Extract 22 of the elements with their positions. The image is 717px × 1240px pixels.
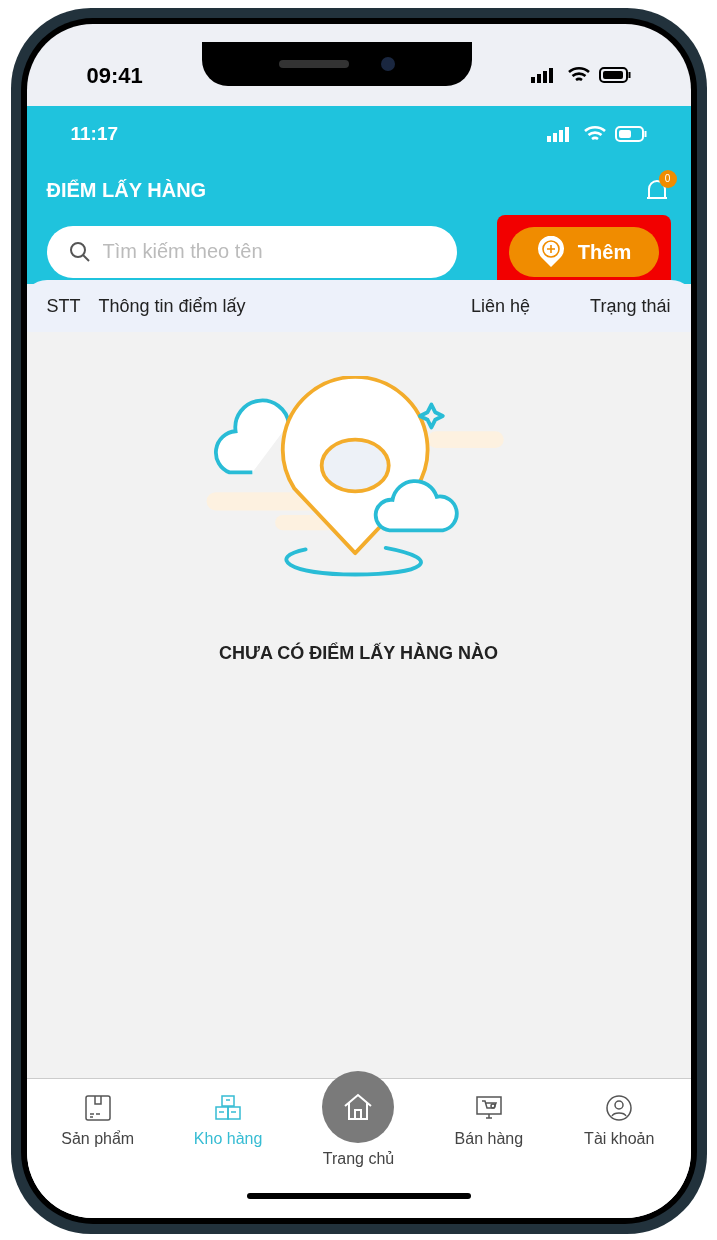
nav-item[interactable]: Tài khoản	[564, 1093, 675, 1151]
device-time: 09:41	[86, 61, 143, 90]
battery-icon	[598, 67, 631, 83]
column-header: STT	[46, 294, 81, 318]
nav-item[interactable]: Bán hàng	[433, 1093, 544, 1151]
nav-item[interactable]: Sản phẩm	[42, 1093, 153, 1151]
nav-item[interactable]: Trang chủ	[303, 1071, 414, 1171]
app-time: 11:17	[70, 122, 119, 146]
battery-icon	[614, 126, 647, 143]
column-header: Trạng thái	[590, 294, 671, 318]
page-title: ĐIỂM LẤY HÀNG	[46, 177, 207, 203]
boxes-icon	[213, 1093, 244, 1123]
user-icon	[604, 1093, 635, 1123]
column-header: Liên hệ	[471, 294, 531, 318]
search-field[interactable]: Tìm kiếm theo tên	[46, 225, 457, 278]
wifi-icon	[566, 66, 591, 84]
pin-plus-icon	[535, 235, 566, 268]
column-header: Thông tin điểm lấy	[98, 294, 246, 318]
notification-badge: 0	[658, 169, 677, 188]
empty-message: CHƯA CÓ ĐIỂM LẤY HÀNG NÀO	[219, 641, 498, 665]
box-icon	[82, 1093, 113, 1123]
search-icon	[68, 240, 91, 263]
